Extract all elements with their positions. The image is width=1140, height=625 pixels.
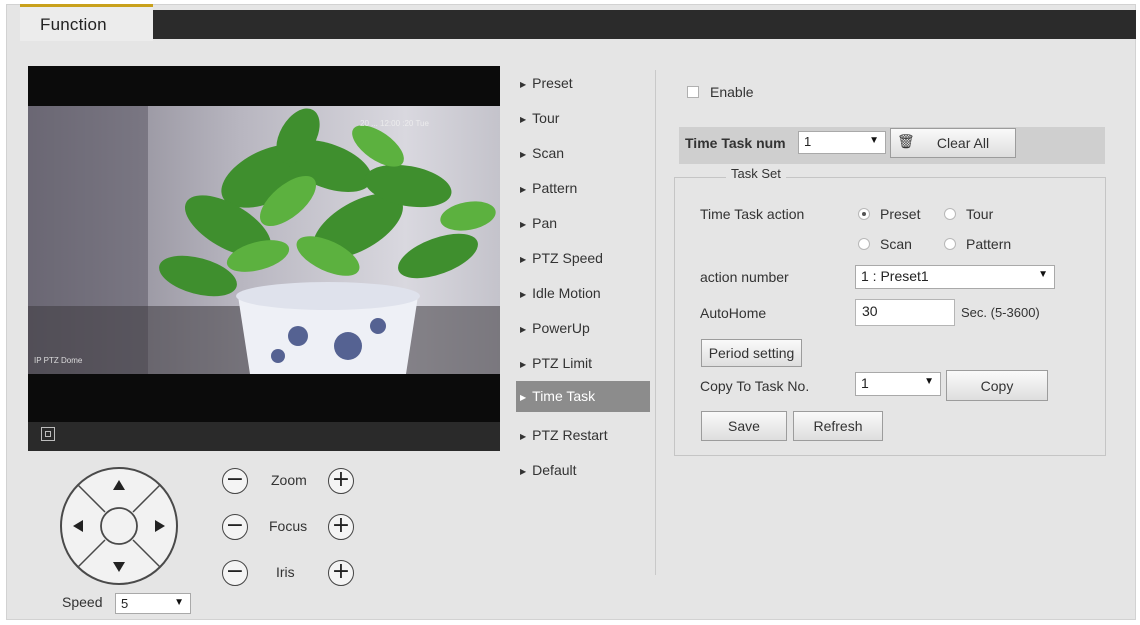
menu-label: Preset bbox=[532, 75, 573, 91]
menu-item-scan[interactable]: ▶ Scan bbox=[516, 140, 650, 166]
menu-arrow-icon: ▶ bbox=[520, 393, 527, 402]
action-number-select[interactable]: 1 : Preset1 ▼ bbox=[855, 265, 1055, 289]
radio-preset[interactable] bbox=[858, 208, 870, 220]
menu-arrow-icon: ▶ bbox=[520, 80, 527, 89]
menu-label: Pattern bbox=[532, 180, 578, 196]
menu-arrow-icon: ▶ bbox=[520, 325, 527, 334]
osd-timestamp: 20 ... 12:00 :20 Tue bbox=[360, 119, 429, 128]
menu-label: Time Task bbox=[532, 388, 596, 404]
dpad-left-icon[interactable] bbox=[66, 516, 86, 536]
radio-preset-label: Preset bbox=[880, 206, 921, 222]
clear-all-label: Clear All bbox=[936, 135, 990, 151]
time-task-num-label: Time Task num bbox=[685, 135, 786, 151]
menu-arrow-icon: ▶ bbox=[520, 467, 527, 476]
save-button[interactable]: Save bbox=[701, 411, 787, 441]
menu-item-default[interactable]: ▶ Default bbox=[516, 457, 650, 483]
menu-label: Scan bbox=[532, 145, 565, 161]
enable-checkbox[interactable] bbox=[687, 86, 699, 98]
osd-camera-name: IP PTZ Dome bbox=[34, 356, 83, 365]
task-set-legend: Task Set bbox=[726, 166, 786, 181]
menu-label: Idle Motion bbox=[532, 285, 601, 301]
dpad-down-icon[interactable] bbox=[110, 556, 130, 576]
menu-arrow-icon: ▶ bbox=[520, 290, 527, 299]
speed-value: 5 bbox=[121, 596, 129, 611]
period-setting-button[interactable]: Period setting bbox=[701, 339, 802, 367]
menu-item-tour[interactable]: ▶ Tour bbox=[516, 105, 650, 131]
menu-item-pan[interactable]: ▶ Pan bbox=[516, 210, 650, 236]
menu-arrow-icon: ▶ bbox=[520, 432, 527, 441]
radio-tour[interactable] bbox=[944, 208, 956, 220]
chevron-down-icon: ▼ bbox=[924, 376, 934, 387]
menu-arrow-icon: ▶ bbox=[520, 360, 527, 369]
copy-to-task-select[interactable]: 1 ▼ bbox=[855, 372, 941, 396]
focus-far-button[interactable]: + bbox=[328, 514, 354, 540]
chevron-down-icon: ▼ bbox=[1038, 269, 1048, 280]
chevron-down-icon: ▼ bbox=[869, 135, 879, 146]
camera-image bbox=[28, 106, 500, 374]
panel-divider bbox=[655, 70, 656, 575]
radio-pattern-label: Pattern bbox=[966, 236, 1012, 252]
menu-label: PTZ Limit bbox=[532, 355, 593, 371]
autohome-input[interactable]: 30 bbox=[855, 299, 955, 326]
autohome-label: AutoHome bbox=[700, 305, 767, 321]
copy-button[interactable]: Copy bbox=[946, 370, 1048, 401]
video-preview[interactable]: 20 ... 12:00 :20 Tue IP PTZ Dome bbox=[28, 66, 500, 451]
dpad-up-icon[interactable] bbox=[110, 472, 130, 492]
menu-arrow-icon: ▶ bbox=[520, 220, 527, 229]
tab-bar bbox=[153, 10, 1136, 39]
menu-item-pattern[interactable]: ▶ Pattern bbox=[516, 175, 650, 201]
menu-arrow-icon: ▶ bbox=[520, 115, 527, 124]
menu-item-time-task[interactable]: ▶ Time Task bbox=[516, 381, 650, 412]
copy-to-task-value: 1 bbox=[861, 375, 869, 391]
speed-label: Speed bbox=[62, 594, 103, 610]
video-toolbar bbox=[28, 422, 500, 451]
chevron-down-icon: ▼ bbox=[174, 597, 184, 608]
zoom-in-button[interactable]: + bbox=[328, 468, 354, 494]
menu-arrow-icon: ▶ bbox=[520, 255, 527, 264]
menu-item-ptz-limit[interactable]: ▶ PTZ Limit bbox=[516, 350, 650, 376]
refresh-button[interactable]: Refresh bbox=[793, 411, 883, 441]
action-number-label: action number bbox=[700, 269, 789, 285]
iris-label: Iris bbox=[276, 564, 295, 580]
radio-scan-label: Scan bbox=[880, 236, 912, 252]
menu-label: PTZ Speed bbox=[532, 250, 603, 266]
menu-label: Tour bbox=[532, 110, 560, 126]
dpad-right-icon[interactable] bbox=[152, 516, 172, 536]
menu-label: PowerUp bbox=[532, 320, 590, 336]
menu-arrow-icon: ▶ bbox=[520, 150, 527, 159]
menu-item-idle-motion[interactable]: ▶ Idle Motion bbox=[516, 280, 650, 306]
time-task-num-select[interactable]: 1 ▼ bbox=[798, 131, 886, 154]
clear-all-button[interactable]: 🗑 Clear All bbox=[890, 128, 1016, 158]
menu-label: Pan bbox=[532, 215, 558, 231]
focus-label: Focus bbox=[269, 518, 308, 534]
menu-label: Default bbox=[532, 462, 577, 478]
speed-select[interactable]: 5 ▼ bbox=[115, 593, 191, 614]
radio-pattern[interactable] bbox=[944, 238, 956, 250]
fullscreen-icon[interactable] bbox=[41, 427, 55, 441]
menu-label: PTZ Restart bbox=[532, 427, 608, 443]
copy-to-task-label: Copy To Task No. bbox=[700, 378, 810, 394]
zoom-out-button[interactable]: − bbox=[222, 468, 248, 494]
radio-scan[interactable] bbox=[858, 238, 870, 250]
time-task-action-label: Time Task action bbox=[700, 206, 805, 222]
menu-item-preset[interactable]: ▶ Preset bbox=[516, 70, 650, 96]
menu-item-powerup[interactable]: ▶ PowerUp bbox=[516, 315, 650, 341]
time-task-num-value: 1 bbox=[804, 134, 812, 149]
autohome-unit: Sec. (5-3600) bbox=[961, 305, 1040, 320]
action-number-value: 1 : Preset1 bbox=[861, 268, 929, 284]
focus-near-button[interactable]: − bbox=[222, 514, 248, 540]
iris-open-button[interactable]: + bbox=[328, 560, 354, 586]
trash-icon: 🗑 bbox=[897, 134, 915, 150]
iris-close-button[interactable]: − bbox=[222, 560, 248, 586]
menu-arrow-icon: ▶ bbox=[520, 185, 527, 194]
radio-tour-label: Tour bbox=[966, 206, 994, 222]
menu-item-ptz-speed[interactable]: ▶ PTZ Speed bbox=[516, 245, 650, 271]
menu-item-ptz-restart[interactable]: ▶ PTZ Restart bbox=[516, 422, 650, 448]
enable-label: Enable bbox=[710, 84, 754, 100]
zoom-label: Zoom bbox=[271, 472, 307, 488]
tab-function[interactable]: Function bbox=[20, 4, 153, 41]
